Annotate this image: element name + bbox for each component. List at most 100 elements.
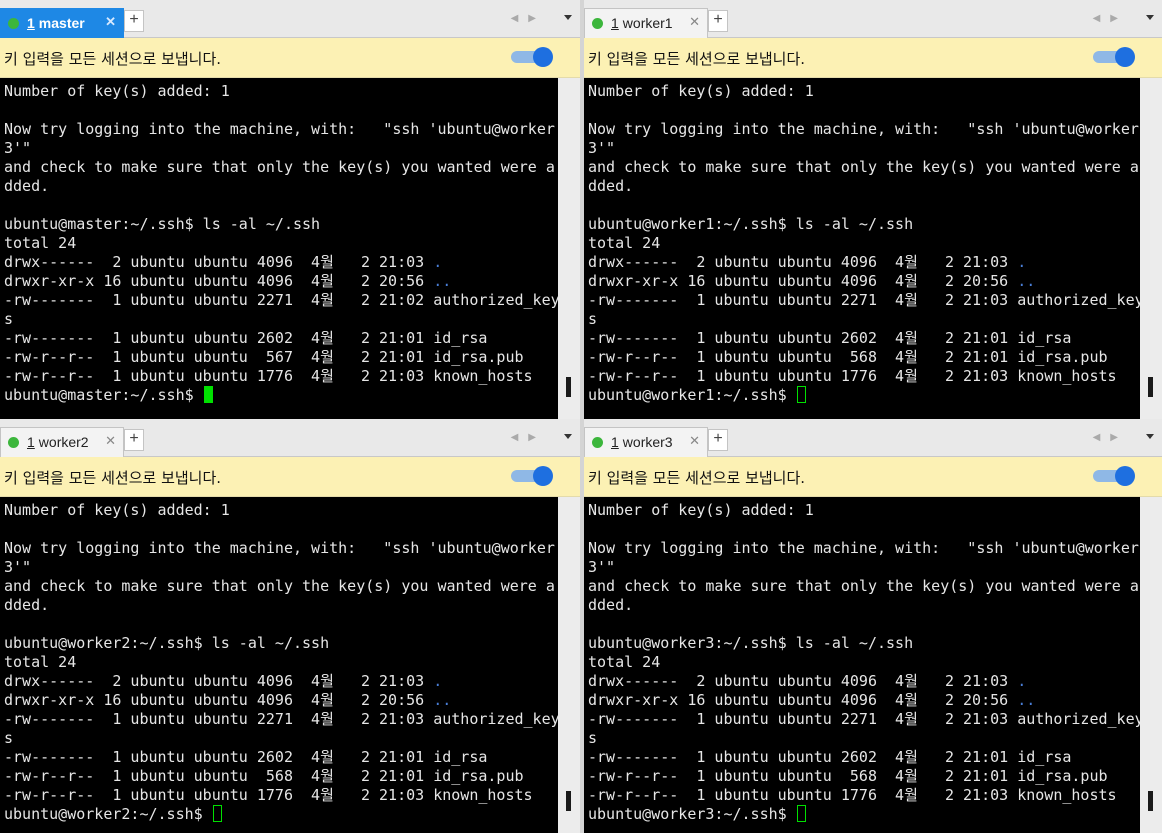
ls-row: -rw-r--r-- 1 ubuntu ubuntu 1776 4월 2 21:… — [4, 786, 533, 804]
terminal-output[interactable]: Number of key(s) added: 1 Now try loggin… — [0, 78, 558, 419]
session-status-icon — [592, 18, 603, 29]
command-line: ubuntu@worker2:~/.ssh$ ls -al ~/.ssh — [4, 634, 330, 652]
ls-row-wrap: s — [4, 310, 14, 328]
broadcast-toggle[interactable] — [511, 47, 553, 67]
terminal-output[interactable]: Number of key(s) added: 1 Now try loggin… — [584, 78, 1140, 419]
scrollbar[interactable] — [558, 497, 580, 833]
scrollbar-thumb[interactable] — [1148, 791, 1153, 811]
scrollbar[interactable] — [558, 78, 580, 419]
terminal-line: 3'" — [4, 139, 32, 157]
ls-row: -rw------- 1 ubuntu ubuntu 2602 4월 2 21:… — [4, 748, 488, 766]
tab-worker2[interactable]: 1 worker2 ✕ — [0, 427, 124, 457]
terminal-line: total 24 — [588, 653, 661, 671]
close-icon[interactable]: ✕ — [689, 433, 700, 449]
ls-row: drwx------ 2 ubuntu ubuntu 4096 4월 2 21:… — [4, 253, 443, 271]
tab-nav-arrows-icon[interactable]: ◀▶ — [511, 432, 546, 443]
terminal-output[interactable]: Number of key(s) added: 1 Now try loggin… — [584, 497, 1140, 833]
close-icon[interactable]: ✕ — [105, 433, 116, 449]
add-tab-button[interactable]: + — [124, 10, 144, 32]
ls-row: drwxr-xr-x 16 ubuntu ubuntu 4096 4월 2 20… — [4, 272, 452, 290]
terminal-line: and check to make sure that only the key… — [4, 158, 555, 176]
broadcast-banner: 키 입력을 모든 세션으로 보냅니다. — [0, 457, 580, 497]
tab-worker1[interactable]: 1 worker1 ✕ — [584, 8, 708, 38]
scrollbar[interactable] — [1140, 78, 1162, 419]
ls-row: drwx------ 2 ubuntu ubuntu 4096 4월 2 21:… — [588, 253, 1027, 271]
terminal-output[interactable]: Number of key(s) added: 1 Now try loggin… — [0, 497, 558, 833]
terminal-line: dded. — [588, 177, 634, 195]
tab-bar: 1 master ✕ + ◀▶ — [0, 0, 580, 38]
broadcast-text: 키 입력을 모든 세션으로 보냅니다. — [588, 469, 806, 487]
tab-bar: 1 worker1 ✕ + ◀▶ — [584, 0, 1162, 38]
tab-label: 1 worker1 — [611, 15, 673, 31]
add-tab-button[interactable]: + — [708, 10, 728, 32]
broadcast-text: 키 입력을 모든 세션으로 보냅니다. — [4, 469, 222, 487]
session-status-icon — [8, 18, 19, 29]
scrollbar[interactable] — [1140, 497, 1162, 833]
terminal-line: Number of key(s) added: 1 — [4, 501, 230, 519]
terminal-pane-worker3[interactable]: 1 worker3 ✕ + ◀▶ 키 입력을 모든 세션으로 보냅니다. Numb… — [584, 419, 1162, 833]
terminal-pane-master[interactable]: 1 master ✕ + ◀▶ 키 입력을 모든 세션으로 보냅니다. Numbe… — [0, 0, 580, 419]
terminal-pane-worker2[interactable]: 1 worker2 ✕ + ◀▶ 키 입력을 모든 세션으로 보냅니다. Numb… — [0, 419, 580, 833]
ls-row: -rw-r--r-- 1 ubuntu ubuntu 568 4월 2 21:0… — [588, 767, 1108, 785]
tab-nav-arrows-icon[interactable]: ◀▶ — [511, 13, 546, 24]
tab-worker3[interactable]: 1 worker3 ✕ — [584, 427, 708, 457]
chevron-down-icon[interactable] — [1146, 15, 1154, 20]
scrollbar-thumb[interactable] — [1148, 377, 1153, 397]
tab-label: 1 worker3 — [611, 434, 673, 450]
add-tab-button[interactable]: + — [708, 429, 728, 451]
terminal-cursor — [203, 386, 213, 403]
ls-row-wrap: s — [588, 310, 598, 328]
broadcast-toggle[interactable] — [511, 466, 553, 486]
terminal-line: Now try logging into the machine, with: … — [4, 539, 555, 557]
ls-row: -rw-r--r-- 1 ubuntu ubuntu 1776 4월 2 21:… — [588, 367, 1117, 385]
tab-nav-arrows-icon[interactable]: ◀▶ — [1093, 432, 1128, 443]
tab-bar: 1 worker2 ✕ + ◀▶ — [0, 419, 580, 457]
chevron-down-icon[interactable] — [564, 434, 572, 439]
add-tab-button[interactable]: + — [124, 429, 144, 451]
command-line: ubuntu@master:~/.ssh$ ls -al ~/.ssh — [4, 215, 321, 233]
tab-master[interactable]: 1 master ✕ — [0, 8, 124, 38]
broadcast-text: 키 입력을 모든 세션으로 보냅니다. — [4, 50, 222, 68]
scrollbar-thumb[interactable] — [566, 791, 571, 811]
ls-row: drwx------ 2 ubuntu ubuntu 4096 4월 2 21:… — [588, 672, 1027, 690]
ls-row: drwx------ 2 ubuntu ubuntu 4096 4월 2 21:… — [4, 672, 443, 690]
prompt-line: ubuntu@worker3:~/.ssh$ — [588, 805, 1140, 824]
terminal-line: 3'" — [588, 558, 616, 576]
chevron-down-icon[interactable] — [564, 15, 572, 20]
tab-nav-arrows-icon[interactable]: ◀▶ — [1093, 13, 1128, 24]
chevron-down-icon[interactable] — [1146, 434, 1154, 439]
terminal-line: Number of key(s) added: 1 — [588, 82, 814, 100]
terminal-line: dded. — [588, 596, 634, 614]
ls-row: -rw------- 1 ubuntu ubuntu 2271 4월 2 21:… — [4, 710, 558, 728]
ls-row: -rw------- 1 ubuntu ubuntu 2602 4월 2 21:… — [588, 748, 1072, 766]
broadcast-text: 키 입력을 모든 세션으로 보냅니다. — [588, 50, 806, 68]
ls-row-wrap: s — [4, 729, 14, 747]
broadcast-toggle[interactable] — [1093, 47, 1135, 67]
terminal-line: Now try logging into the machine, with: … — [588, 539, 1139, 557]
ls-row: -rw-r--r-- 1 ubuntu ubuntu 1776 4월 2 21:… — [588, 786, 1117, 804]
terminal-line: total 24 — [588, 234, 661, 252]
terminal-cursor — [796, 805, 806, 822]
terminal-line: Number of key(s) added: 1 — [588, 501, 814, 519]
terminal-pane-worker1[interactable]: 1 worker1 ✕ + ◀▶ 키 입력을 모든 세션으로 보냅니다. Numb… — [584, 0, 1162, 419]
ls-row: drwxr-xr-x 16 ubuntu ubuntu 4096 4월 2 20… — [588, 272, 1036, 290]
scrollbar-thumb[interactable] — [566, 377, 571, 397]
ls-row: -rw------- 1 ubuntu ubuntu 2271 4월 2 21:… — [588, 291, 1140, 309]
terminal-line: and check to make sure that only the key… — [588, 158, 1139, 176]
tab-label: 1 master — [27, 15, 85, 31]
terminal-line: total 24 — [4, 234, 77, 252]
broadcast-toggle[interactable] — [1093, 466, 1135, 486]
prompt-line: ubuntu@worker1:~/.ssh$ — [588, 386, 1140, 405]
ls-row: -rw------- 1 ubuntu ubuntu 2271 4월 2 21:… — [588, 710, 1140, 728]
command-line: ubuntu@worker3:~/.ssh$ ls -al ~/.ssh — [588, 634, 914, 652]
terminal-line: and check to make sure that only the key… — [588, 577, 1139, 595]
close-icon[interactable]: ✕ — [689, 14, 700, 30]
prompt-line: ubuntu@master:~/.ssh$ — [4, 386, 558, 405]
ls-row: -rw-r--r-- 1 ubuntu ubuntu 567 4월 2 21:0… — [4, 348, 524, 366]
tab-label: 1 worker2 — [27, 434, 89, 450]
close-icon[interactable]: ✕ — [105, 14, 116, 30]
